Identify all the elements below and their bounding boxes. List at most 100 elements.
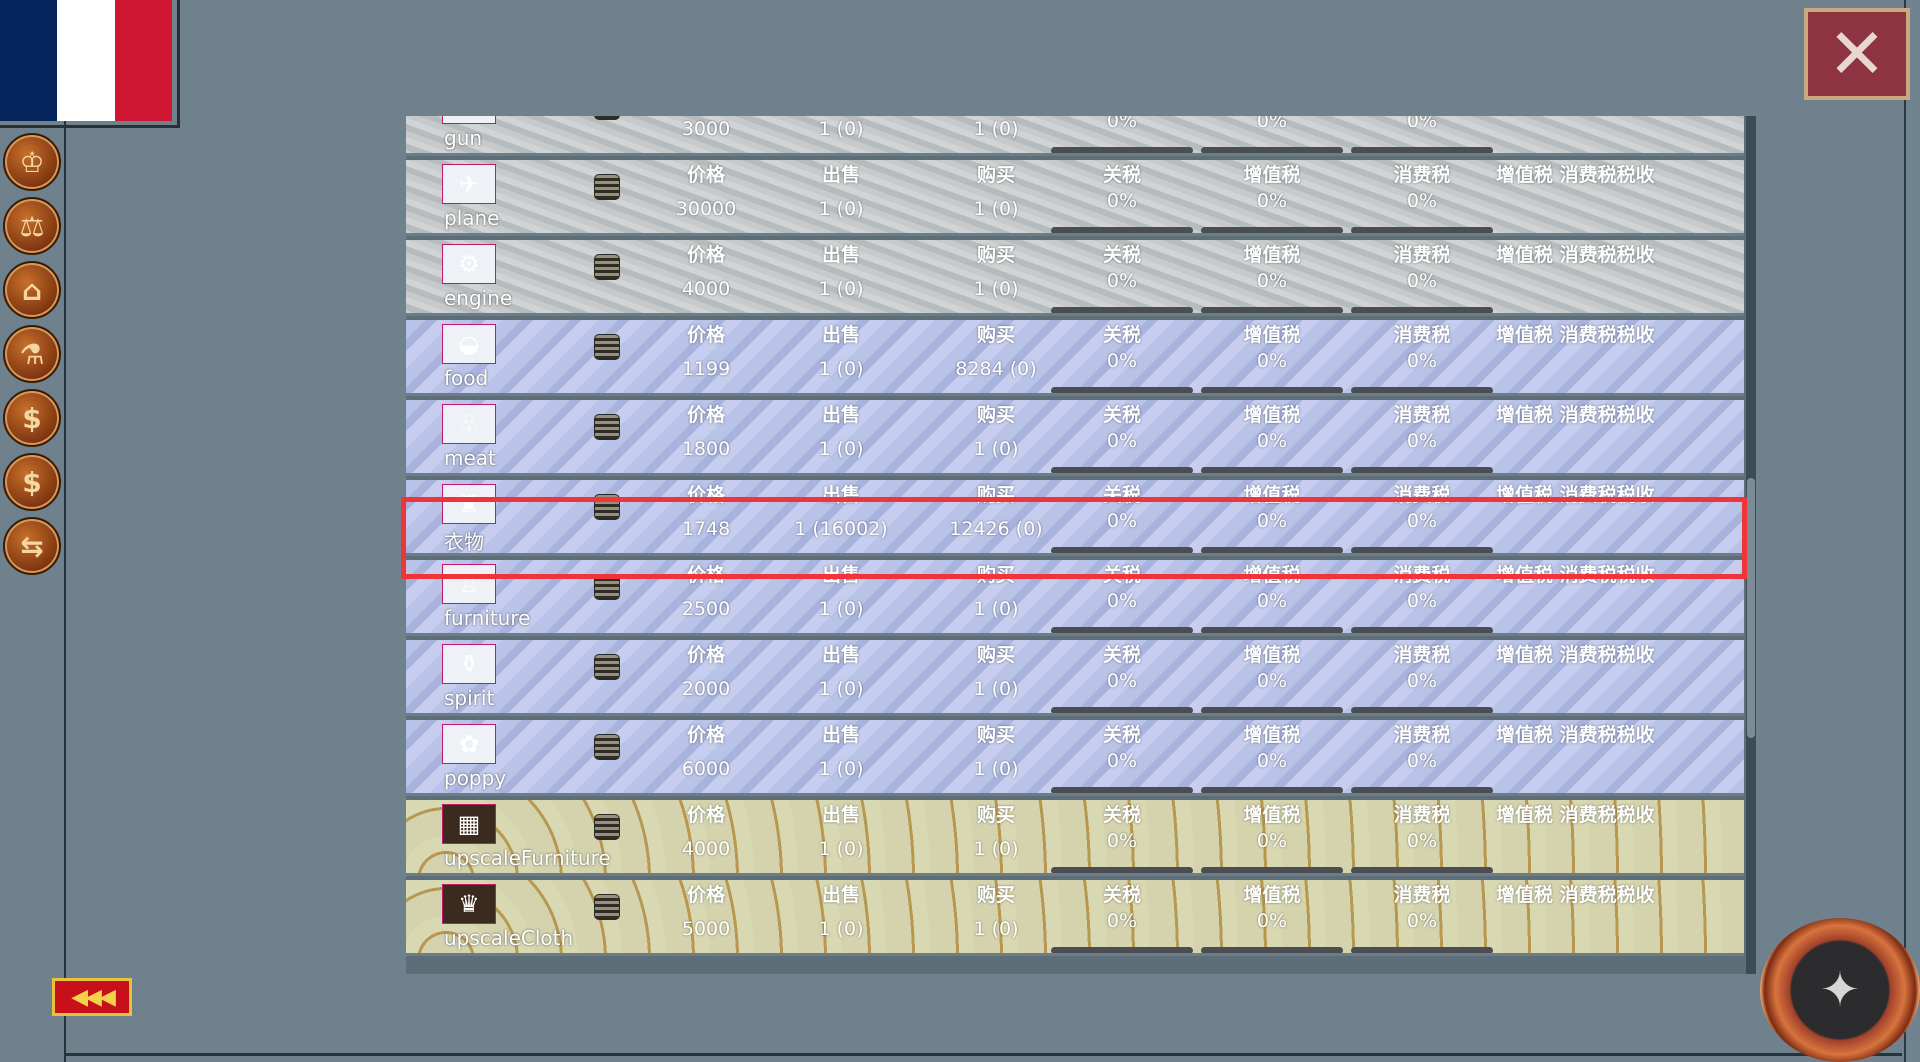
crown-icon[interactable]: ♔ [3, 133, 61, 191]
compass-button[interactable]: ✦ [1760, 918, 1920, 1062]
price-value: 1748 [681, 518, 731, 540]
sell-value: 1 (0) [818, 118, 864, 140]
price-value: 1800 [681, 438, 731, 460]
dollar-icon[interactable]: $ [3, 389, 61, 447]
right-edge [1904, 0, 1920, 1062]
table-row[interactable]: ♖ furniture 价格 2500 出售 1 (0) 购买 1 (0) 关税 0% 增值税 0% 消… [406, 560, 1744, 636]
table-row[interactable]: ✿ poppy 价格 6000 出售 1 (0) 购买 1 (0) 关税 0% 增值税 0% 消费税 0%… [406, 720, 1744, 796]
table-row[interactable]: ▦ upscaleFurniture 价格 4000 出售 1 (0) 购买 1 (0) 关税 0… [406, 800, 1744, 876]
table-row[interactable]: ⚱ spirit 价格 2000 出售 1 (0) 购买 1 (0) 关税 0% 增值税 0% 消费税 0… [406, 640, 1744, 716]
good-name: upscaleFurniture [444, 846, 611, 870]
consumption_tax-header: 消费税 [1393, 244, 1451, 266]
table-row[interactable]: ♜ 衣物 价格 1748 出售 1 (16002) 购买 12426 (0) 关税 0% 增值税 0%… [406, 480, 1744, 556]
scrollbar-thumb[interactable] [1747, 478, 1755, 738]
france-flag-icon [0, 0, 172, 121]
sell-header: 出售 [821, 404, 860, 426]
coin-stack-icon[interactable] [594, 654, 620, 680]
vat-percent: 0% [1256, 430, 1288, 452]
tariff-header: 关税 [1102, 804, 1141, 826]
coin-stack-icon[interactable] [594, 116, 620, 120]
flower-icon: ✿ [442, 724, 496, 764]
tax-income-header: 增值税 消费税税收 [1496, 324, 1655, 346]
table-row[interactable]: ♧ meat 价格 1800 出售 1 (0) 购买 1 (0) 关税 0% 增值税 0% 消费税 0% 增… [406, 400, 1744, 476]
row-divider [406, 873, 1744, 876]
table-row[interactable]: ⌐gun价格3000出售1 (0)购买1 (0)关税0%增值税0%消费税0%增值… [406, 116, 1744, 156]
tariff-percent: 0% [1106, 670, 1138, 692]
table-row[interactable]: ✈ plane 价格 30000 出售 1 (0) 购买 1 (0) 关税 0% 增值税 0% 消费税 0… [406, 160, 1744, 236]
vat-header: 增值税 [1243, 404, 1301, 426]
good-name: spirit [444, 686, 495, 710]
consumption_tax-header: 消费税 [1393, 804, 1451, 826]
sell-header: 出售 [821, 804, 860, 826]
coin-stack-icon[interactable] [594, 814, 620, 840]
price-value: 2500 [681, 598, 731, 620]
table-row[interactable]: ◒ food 价格 1199 出售 1 (0) 购买 8284 (0) 关税 0% 增值税 0% 消费税… [406, 320, 1744, 396]
tax-income-header: 增值税 消费税税收 [1496, 404, 1655, 426]
price-value: 5000 [681, 918, 731, 940]
row-divider [406, 953, 1744, 956]
consumption_tax-header: 消费税 [1393, 644, 1451, 666]
consumption_tax-percent: 0% [1406, 510, 1438, 532]
good-name: poppy [444, 766, 507, 790]
price-header: 价格 [686, 884, 725, 906]
vat-percent: 0% [1256, 750, 1288, 772]
tariff-percent: 0% [1106, 590, 1138, 612]
tax-income-header: 增值税 消费税税收 [1496, 164, 1655, 186]
sell-value: 1 (16002) [794, 518, 888, 540]
back-button[interactable]: ◀◀◀ [52, 978, 132, 1016]
scales-icon[interactable]: ⚖ [3, 197, 61, 255]
vat-header: 增值税 [1243, 804, 1301, 826]
row-divider [406, 633, 1744, 636]
vat-percent: 0% [1256, 350, 1288, 372]
consumption_tax-header: 消费税 [1393, 564, 1451, 586]
price-value: 2000 [681, 678, 731, 700]
pig-icon: ♧ [442, 404, 496, 444]
close-button[interactable]: ✕ [1804, 8, 1910, 100]
table-row[interactable]: ♛ upscaleCloth 价格 5000 出售 1 (0) 购买 1 (0) 关税 0% 增值税… [406, 880, 1744, 956]
table-row[interactable]: ⚙ engine 价格 4000 出售 1 (0) 购买 1 (0) 关税 0% 增值税 0% 消费税 0… [406, 240, 1744, 316]
sell-header: 出售 [821, 484, 860, 506]
coin-stack-icon[interactable] [594, 414, 620, 440]
sell-value: 1 (0) [818, 758, 864, 780]
vat-percent: 0% [1256, 670, 1288, 692]
sell-value: 1 (0) [818, 598, 864, 620]
vat-header: 增值税 [1243, 884, 1301, 906]
tariff-header: 关税 [1102, 724, 1141, 746]
pistol-icon: ⌐ [442, 116, 496, 124]
row-divider [406, 473, 1744, 476]
coin-stack-icon[interactable] [594, 894, 620, 920]
coin-stack-icon[interactable] [594, 494, 620, 520]
sell-value: 1 (0) [818, 438, 864, 460]
consumption_tax-header: 消费税 [1393, 404, 1451, 426]
trade-icon[interactable]: ⇆ [3, 517, 61, 575]
vat-header: 增值税 [1243, 644, 1301, 666]
coin-stack-icon[interactable] [594, 734, 620, 760]
sell-header: 出售 [821, 244, 860, 266]
tax-income-header: 增值税 消费税税收 [1496, 724, 1655, 746]
vat-percent: 0% [1256, 116, 1288, 132]
coin-stack-icon[interactable] [594, 574, 620, 600]
coin-stack-icon[interactable] [594, 174, 620, 200]
consumption_tax-percent: 0% [1406, 270, 1438, 292]
tariff-header: 关税 [1102, 324, 1141, 346]
price-value: 1199 [681, 358, 731, 380]
tax-income-header: 增值税 消费税税收 [1496, 484, 1655, 506]
government-building-icon[interactable]: ⌂ [3, 261, 61, 319]
good-name: engine [444, 286, 513, 310]
chair-icon: ♖ [442, 564, 496, 604]
country-flag[interactable] [0, 0, 180, 128]
good-name: furniture [444, 606, 531, 630]
research-icon[interactable]: ⚗ [3, 325, 61, 383]
dollar-icon[interactable]: $ [3, 453, 61, 511]
vat-percent: 0% [1256, 270, 1288, 292]
vat-percent: 0% [1256, 910, 1288, 932]
coin-stack-icon[interactable] [594, 334, 620, 360]
coin-stack-icon[interactable] [594, 254, 620, 280]
row-divider [406, 233, 1744, 236]
sell-value: 1 (0) [818, 838, 864, 860]
goods-tax-table[interactable]: ⌐gun价格3000出售1 (0)购买1 (0)关税0%增值税0%消费税0%增值… [406, 116, 1756, 974]
price-value: 6000 [681, 758, 731, 780]
row-divider [406, 153, 1744, 156]
close-icon: ✕ [1827, 13, 1887, 95]
tariff-percent: 0% [1106, 190, 1138, 212]
